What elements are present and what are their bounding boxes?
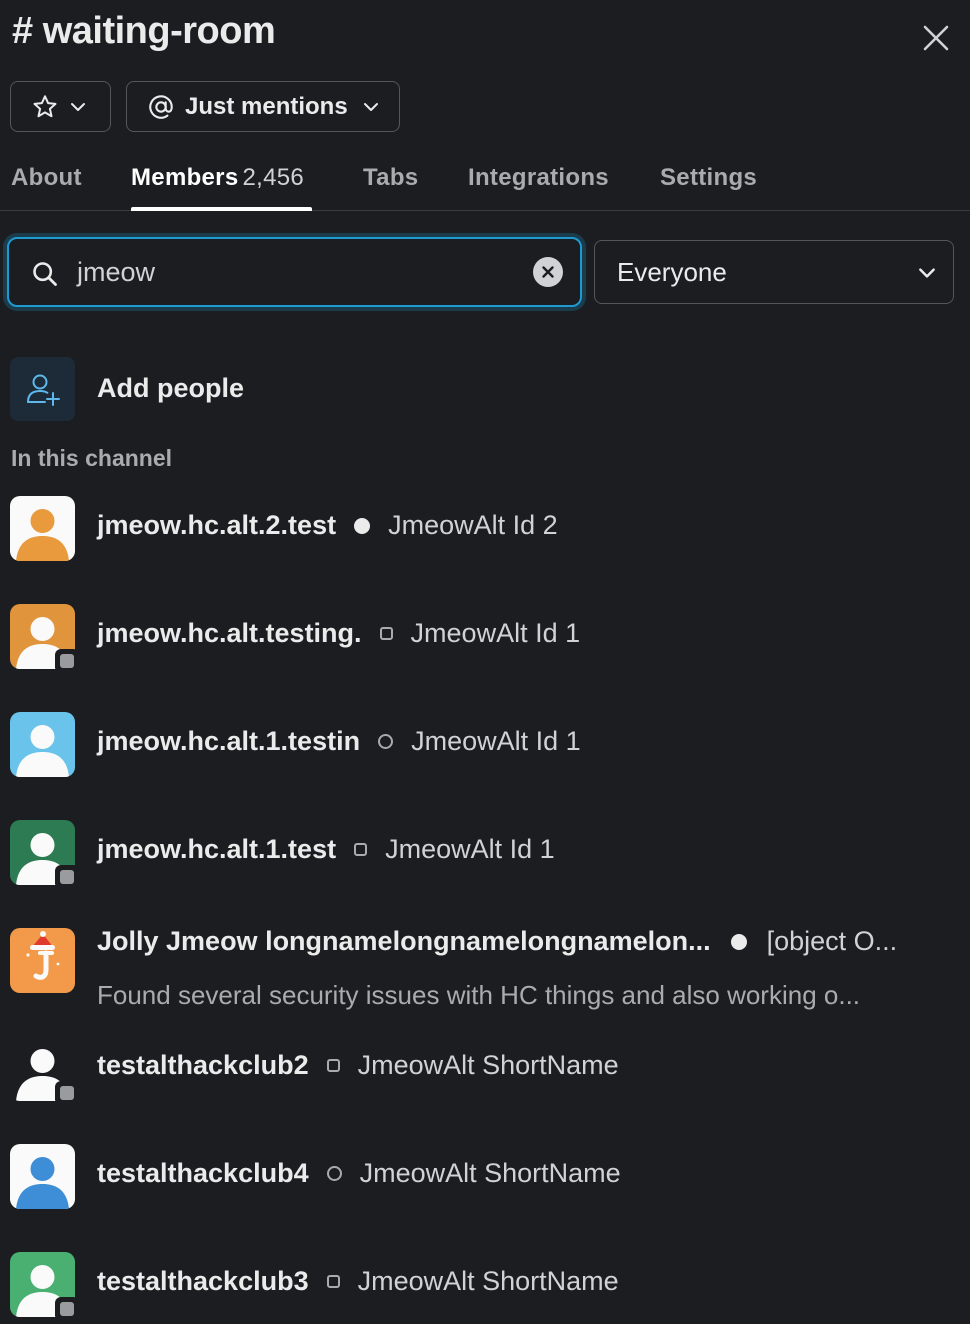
clear-search-button[interactable] (533, 257, 563, 287)
tab-tabs[interactable]: Tabs (363, 164, 418, 192)
away-status-icon (326, 1166, 342, 1181)
active-status-icon (730, 933, 747, 950)
member-row[interactable]: Jolly Jmeow longnamelongnamelongnamelon.… (10, 926, 960, 1018)
member-username: jmeow.hc.alt.1.test (97, 834, 337, 864)
active-status-icon (354, 517, 371, 534)
avatar (10, 712, 75, 777)
member-display-name: JmeowAlt Id 1 (411, 726, 581, 756)
member-username: testalthackclub4 (97, 1158, 309, 1188)
member-status-text: Found several security issues with HC th… (97, 980, 861, 1010)
away-status-icon (379, 627, 393, 640)
member-row[interactable]: jmeow.hc.alt.testing. JmeowAlt Id 1 (10, 604, 960, 674)
tab-bar: About Members 2,456 Tabs Integrations Set… (0, 150, 970, 211)
active-tab-indicator (131, 207, 312, 211)
member-username: jmeow.hc.alt.testing. (97, 618, 362, 648)
member-filter-select[interactable]: Everyone (594, 240, 954, 304)
tab-about[interactable]: About (11, 164, 82, 192)
member-row[interactable]: testalthackclub4 JmeowAlt ShortName (10, 1144, 960, 1214)
filter-value: Everyone (617, 257, 727, 287)
away-status-icon (326, 1059, 340, 1072)
avatar (10, 496, 75, 561)
presence-indicator (55, 1081, 79, 1105)
member-username: jmeow.hc.alt.2.test (97, 510, 337, 540)
member-username: testalthackclub2 (97, 1050, 309, 1080)
member-display-name: JmeowAlt ShortName (357, 1050, 619, 1080)
close-icon (542, 266, 554, 278)
member-display-name: JmeowAlt ShortName (357, 1266, 619, 1296)
member-row[interactable]: jmeow.hc.alt.2.test JmeowAlt Id 2 (10, 496, 960, 566)
avatar (10, 1144, 75, 1209)
tab-members-label: Members (131, 164, 239, 191)
notifications-button[interactable]: Just mentions (126, 81, 400, 132)
avatar (10, 928, 75, 993)
member-display-name: JmeowAlt ShortName (359, 1158, 621, 1188)
close-button[interactable] (916, 18, 956, 58)
star-button[interactable] (10, 81, 111, 132)
add-user-icon (26, 374, 60, 406)
tab-members[interactable]: Members 2,456 (131, 164, 304, 192)
chevron-down-icon (919, 268, 935, 278)
member-row[interactable]: jmeow.hc.alt.1.testin JmeowAlt Id 1 (10, 712, 960, 782)
presence-indicator (55, 865, 79, 889)
member-username: testalthackclub3 (97, 1266, 309, 1296)
away-status-icon (326, 1275, 340, 1288)
member-search-input[interactable]: jmeow (7, 237, 582, 307)
presence-indicator (55, 649, 79, 673)
member-row[interactable]: testalthackclub3 JmeowAlt ShortName (10, 1252, 960, 1322)
notifications-label: Just mentions (185, 92, 348, 120)
member-username: Jolly Jmeow longnamelongnamelongnamelon.… (97, 926, 711, 956)
member-display-name: JmeowAlt Id 2 (388, 510, 558, 540)
away-status-icon (354, 843, 368, 856)
add-people-label: Add people (97, 373, 244, 403)
member-row[interactable]: testalthackclub2 JmeowAlt ShortName (10, 1036, 960, 1106)
search-value[interactable]: jmeow (77, 257, 155, 288)
section-label: In this channel (11, 445, 173, 471)
chevron-down-icon (71, 102, 85, 111)
chevron-down-icon (363, 102, 378, 111)
tab-integrations[interactable]: Integrations (468, 164, 609, 192)
member-display-name: [object O... (766, 926, 898, 956)
member-display-name: JmeowAlt Id 1 (385, 834, 555, 864)
search-icon (33, 262, 57, 286)
add-people-button[interactable]: Add people (10, 357, 950, 421)
close-icon (923, 25, 949, 51)
star-icon (33, 94, 57, 117)
channel-header: # waiting-room (0, 0, 970, 70)
member-row[interactable]: jmeow.hc.alt.1.test JmeowAlt Id 1 (10, 820, 960, 890)
at-sign-icon (149, 94, 173, 119)
member-count: 2,456 (242, 164, 305, 191)
member-display-name: JmeowAlt Id 1 (410, 618, 581, 648)
channel-title: # waiting-room (12, 10, 276, 52)
tab-settings[interactable]: Settings (660, 164, 757, 192)
member-username: jmeow.hc.alt.1.testin (97, 726, 361, 756)
presence-indicator (55, 1297, 79, 1321)
add-people-icon-box (10, 357, 75, 421)
away-status-icon (378, 734, 394, 749)
